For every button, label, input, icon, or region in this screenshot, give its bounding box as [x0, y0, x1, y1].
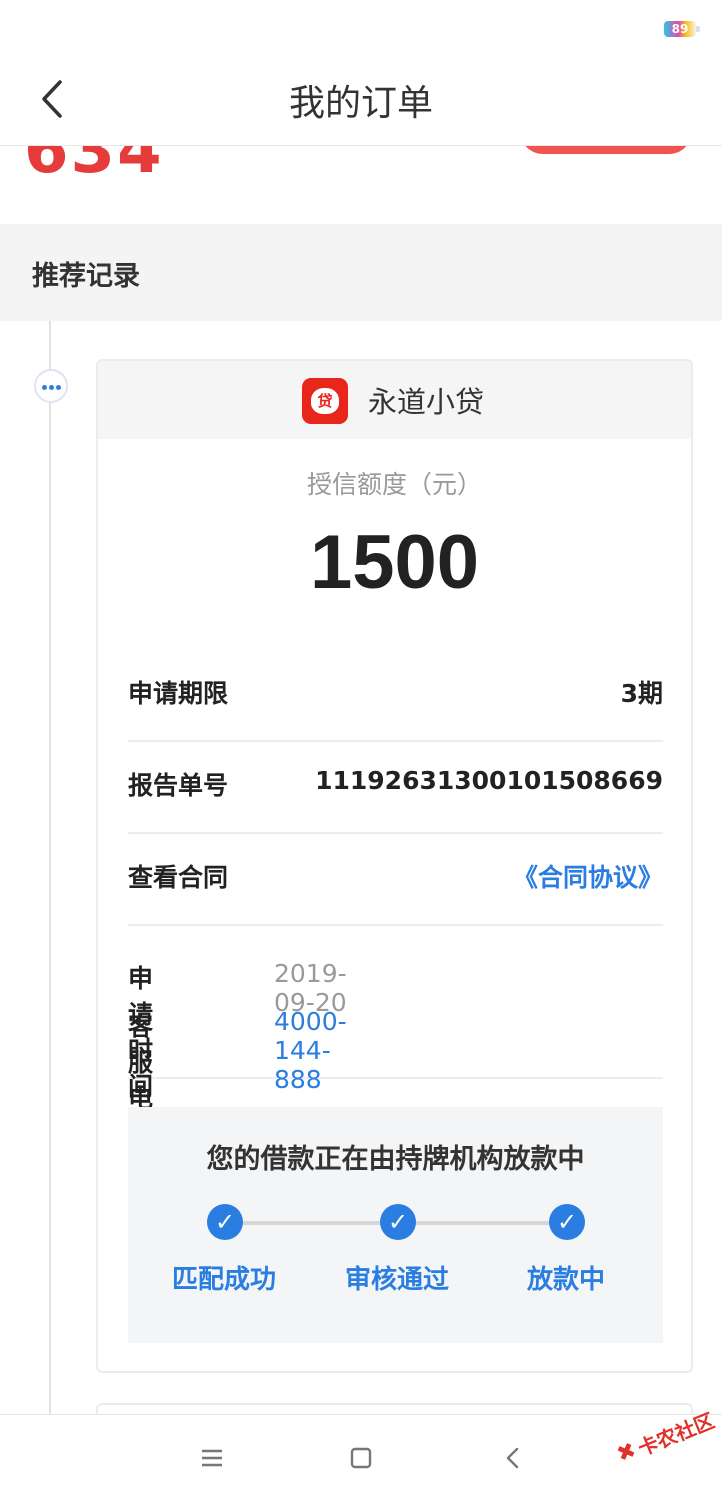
step-label-approved: 审核通过	[345, 1265, 450, 1295]
contract-link[interactable]: 《合同协议》	[513, 858, 663, 894]
battery-icon: 89	[664, 21, 696, 37]
row-value: 11192631300101508669	[315, 766, 663, 795]
menu-button[interactable]	[195, 1441, 229, 1475]
section-title: 推荐记录	[32, 261, 140, 292]
row-label: 查看合同	[128, 863, 229, 892]
status-bar: 89	[0, 0, 722, 60]
section-header: 推荐记录	[0, 224, 722, 321]
step-label-matched: 匹配成功	[172, 1265, 277, 1295]
row-contract: 查看合同 《合同协议》	[128, 834, 663, 926]
info-block: 申请时间 2019-09-20 客服电话 4000-144-888	[128, 925, 663, 1149]
score-action-button[interactable]	[520, 146, 692, 154]
home-square-icon	[350, 1447, 372, 1469]
more-dots-icon[interactable]	[34, 369, 68, 403]
score-area: 634	[0, 146, 722, 224]
menu-icon	[202, 1449, 222, 1467]
row-value: 3期	[620, 679, 663, 708]
lender-logo-icon: 贷	[302, 378, 348, 424]
dot	[49, 385, 54, 390]
step-label-disbursing: 放款中	[527, 1265, 606, 1295]
row-report-number: 报告单号 11192631300101508669	[128, 742, 663, 834]
dot	[42, 385, 47, 390]
home-button[interactable]	[344, 1441, 378, 1475]
battery-tip	[696, 26, 700, 32]
service-phone-link[interactable]: 4000-144-888	[274, 1007, 347, 1094]
credit-score: 634	[24, 146, 164, 188]
record-card: 贷 永道小贷 授信额度（元） 1500 申请期限 3期 报告单号 1119263…	[96, 359, 693, 1373]
credit-amount: 1500	[309, 520, 480, 605]
dot	[56, 385, 61, 390]
check-icon: ✓	[380, 1204, 416, 1240]
lender-logo-text: 贷	[311, 388, 339, 414]
loan-status-box: 您的借款正在由持牌机构放款中 ✓ ✓ ✓ 匹配成功 审核通过 放款中	[128, 1107, 663, 1343]
row-label: 报告单号	[128, 771, 229, 800]
row-term: 申请期限 3期	[128, 650, 663, 742]
credit-label: 授信额度（元）	[306, 470, 482, 499]
check-icon: ✓	[549, 1204, 585, 1240]
row-label: 申请期限	[128, 679, 229, 708]
loan-status-title: 您的借款正在由持牌机构放款中	[206, 1144, 585, 1175]
top-app-bar: 我的订单	[0, 60, 722, 146]
lender-name: 永道小贷	[368, 385, 485, 419]
timeline-line	[49, 321, 51, 1421]
check-icon: ✓	[207, 1204, 243, 1240]
page-title: 我的订单	[288, 83, 433, 124]
system-back-button[interactable]	[496, 1441, 530, 1475]
card-header: 贷 永道小贷	[98, 361, 691, 439]
back-triangle-icon	[506, 1447, 519, 1469]
